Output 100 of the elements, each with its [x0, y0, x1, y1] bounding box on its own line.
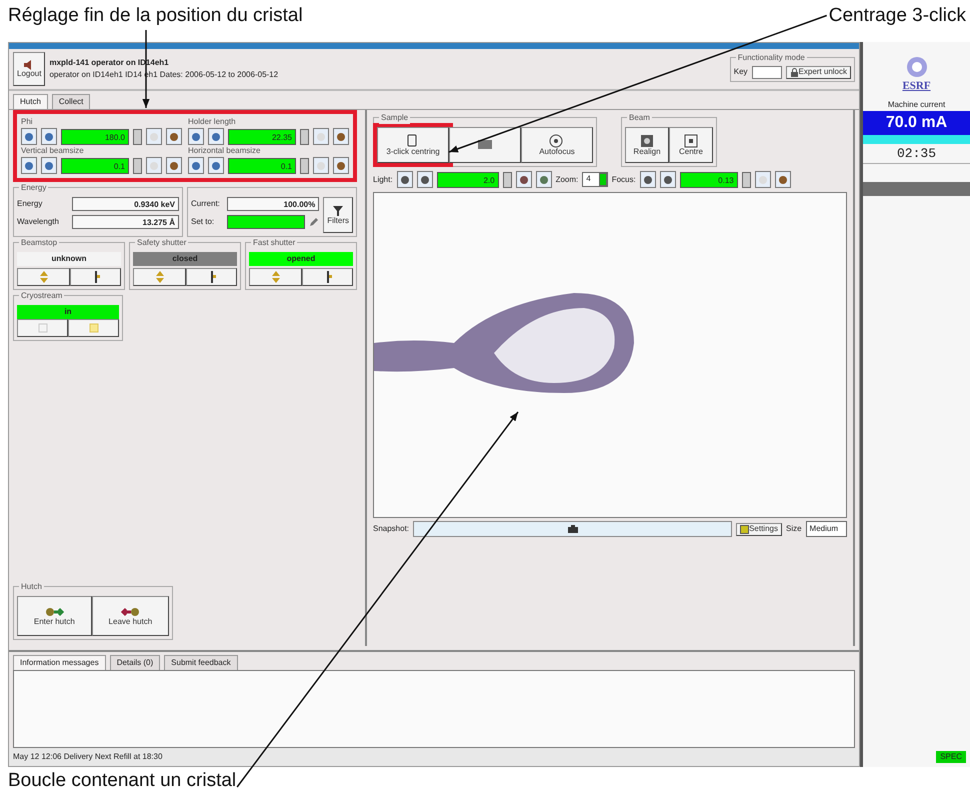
annotation-label: Réglage fin de la position du cristal [8, 6, 303, 25]
open-button[interactable] [249, 268, 302, 286]
spec-indicator: SPEC [936, 751, 966, 763]
stop-button[interactable] [313, 128, 329, 145]
beam-button[interactable]: Centre [669, 127, 713, 163]
snapshot-field[interactable] [413, 521, 732, 537]
tab[interactable]: Information messages [13, 655, 106, 670]
group-title: Energy [19, 182, 48, 194]
step-up-button[interactable] [208, 128, 224, 145]
dot-icon [758, 174, 768, 184]
motor-value-field[interactable]: 22.35 [228, 128, 296, 144]
motor-value-field[interactable]: 0.1 [61, 158, 129, 174]
dot-icon [169, 160, 179, 170]
motor-label: Holder length [188, 116, 237, 128]
arrows-icon [270, 271, 280, 283]
spin-button[interactable] [742, 172, 751, 188]
spin-button[interactable] [133, 158, 142, 174]
logout-button[interactable]: Logout [13, 52, 46, 86]
field-label: Energy [17, 198, 44, 210]
hutch-button[interactable]: Enter hutch [17, 596, 92, 636]
step-up-button[interactable] [208, 157, 224, 174]
input-field[interactable] [227, 215, 306, 229]
stop-button[interactable] [754, 171, 771, 188]
close-button[interactable] [302, 268, 353, 286]
status-text: May 12 12:06 Delivery Next Refill at 18:30 [13, 751, 162, 763]
open-button[interactable] [17, 268, 70, 286]
lamp-off-button[interactable] [516, 171, 532, 188]
step-up-button[interactable] [41, 157, 57, 174]
dot-icon [662, 174, 673, 184]
group-title: Safety shutter [135, 237, 188, 249]
close-button[interactable] [70, 268, 121, 286]
group-title: Beamstop [19, 237, 60, 249]
value-field[interactable]: 0.13 [680, 172, 738, 188]
tab[interactable]: Hutch [13, 94, 48, 109]
open-button[interactable] [133, 268, 186, 286]
dot-icon [191, 160, 201, 170]
stop-button[interactable] [146, 157, 162, 174]
sample-button[interactable] [449, 127, 521, 163]
dot-icon [316, 160, 326, 170]
lamp-down-button[interactable] [396, 171, 413, 188]
shutter-state: opened [249, 252, 353, 266]
key-label: Key [734, 66, 748, 78]
motor-value-field[interactable]: 0.1 [228, 158, 296, 174]
spin-button[interactable] [300, 158, 309, 174]
field-label: Current: [191, 198, 221, 210]
countdown-text: 02:35 [863, 144, 970, 164]
focus-in-button[interactable] [660, 171, 676, 188]
filters-button[interactable]: Filters [323, 197, 353, 233]
expert-unlock-button[interactable]: Expert unlock [786, 66, 851, 78]
sample-button[interactable]: Autofocus [521, 127, 593, 163]
value-field[interactable]: 2.0 [436, 172, 499, 188]
tab[interactable]: Submit feedback [164, 655, 238, 670]
size-select[interactable]: Medium [806, 521, 847, 537]
shutter-state: closed [133, 252, 237, 266]
tab[interactable]: Details (0) [110, 655, 160, 670]
square-icon [684, 134, 698, 148]
insert-button[interactable] [68, 319, 119, 337]
dot-icon [211, 160, 221, 170]
spin-button[interactable] [502, 172, 512, 188]
spin-button[interactable] [300, 128, 309, 144]
config-button[interactable] [774, 171, 791, 188]
config-button[interactable] [166, 157, 182, 174]
retract-button[interactable] [17, 319, 68, 337]
dot-icon [169, 132, 179, 142]
key-field[interactable] [752, 66, 782, 78]
lock-icon [790, 68, 799, 76]
close-button[interactable] [186, 268, 237, 286]
tab[interactable]: Collect [52, 94, 90, 109]
spin-button[interactable] [133, 128, 142, 144]
settings-button[interactable]: Settings [736, 522, 782, 536]
step-up-button[interactable] [41, 128, 57, 145]
lamp-on-button[interactable] [536, 171, 552, 188]
step-down-button[interactable] [188, 157, 204, 174]
field-label: Size [786, 523, 802, 535]
beam-button[interactable]: Realign [625, 127, 669, 163]
config-button[interactable] [166, 128, 182, 145]
stop-button[interactable] [146, 128, 162, 145]
step-down-button[interactable] [21, 157, 37, 174]
dot-icon [149, 132, 159, 142]
current-readout: 70.0 mA [863, 110, 970, 134]
arrows-icon [154, 271, 164, 283]
field-label: Set to: [191, 216, 216, 228]
config-button[interactable] [333, 157, 349, 174]
motor-label: Phi [21, 116, 34, 128]
hutch-button[interactable]: Leave hutch [92, 596, 170, 636]
square-icon [38, 323, 48, 333]
focus-out-button[interactable] [640, 171, 656, 188]
annotation-label: Centrage 3-click [828, 6, 966, 25]
lamp-up-button[interactable] [416, 171, 433, 188]
machine-current-title: Machine current [886, 98, 946, 110]
config-button[interactable] [333, 128, 349, 145]
stop-button[interactable] [313, 157, 329, 174]
dot-icon [538, 174, 549, 184]
step-down-button[interactable] [188, 128, 204, 145]
step-down-button[interactable] [21, 128, 37, 145]
field-label: Snapshot: [373, 523, 410, 535]
square-icon [88, 323, 98, 333]
motor-value-field[interactable]: 180.0 [61, 128, 129, 144]
dot-icon [336, 160, 346, 170]
zoom-select[interactable]: 4 [582, 172, 608, 187]
